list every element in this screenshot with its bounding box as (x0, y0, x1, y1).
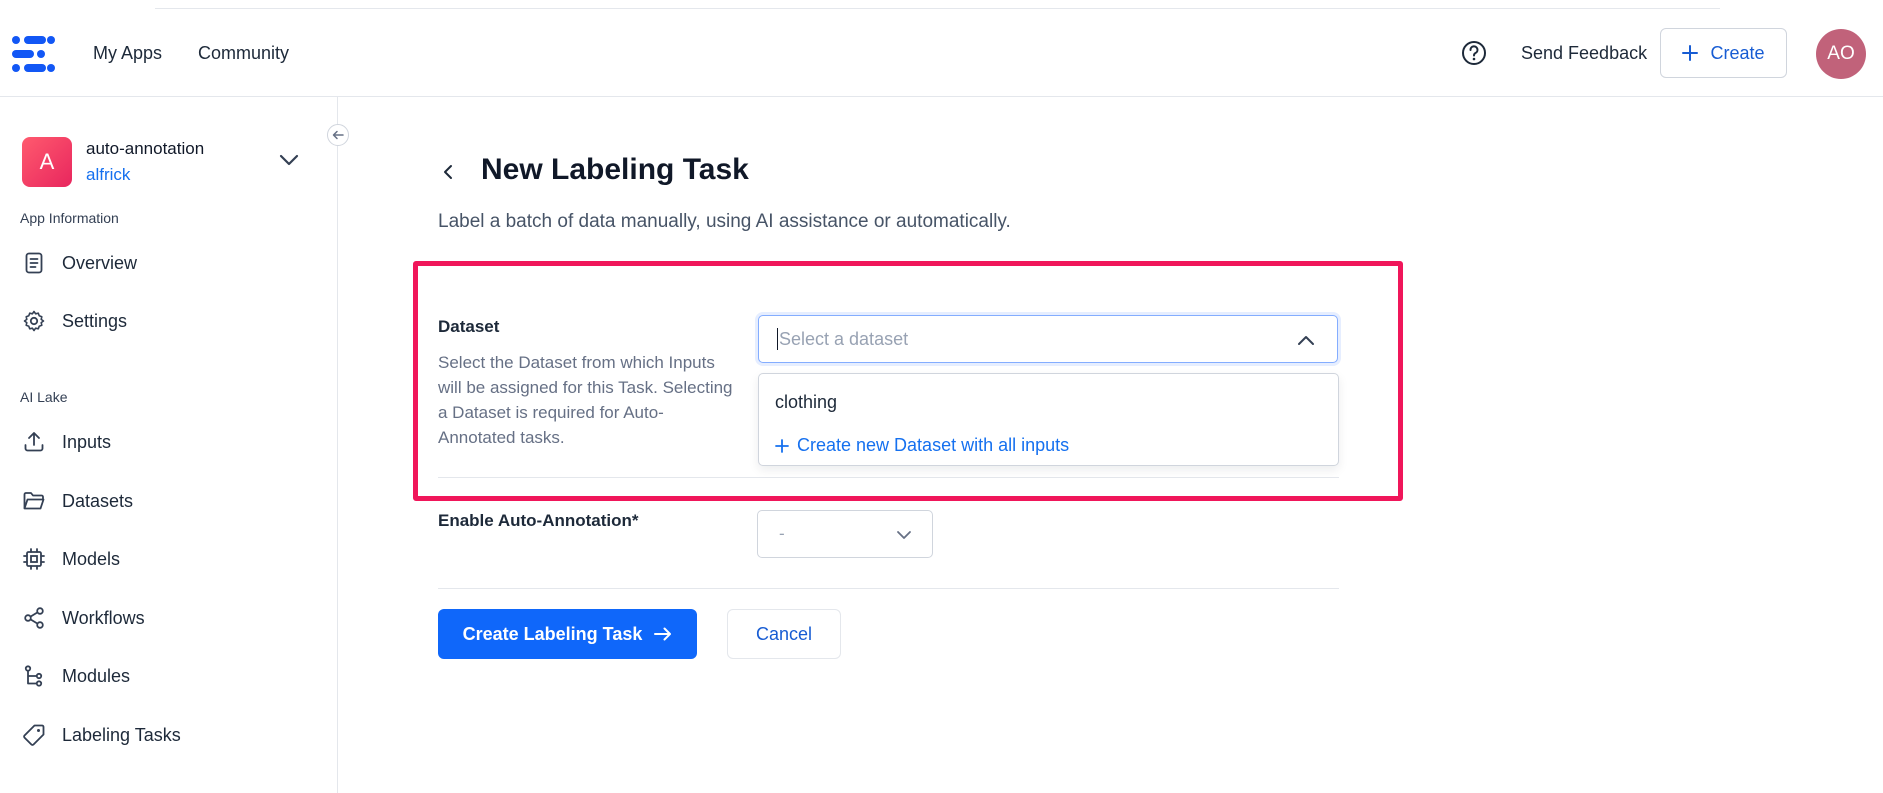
chevron-down-icon[interactable] (278, 152, 300, 168)
dataset-select[interactable]: Select a dataset (758, 315, 1338, 363)
text-caret (777, 328, 778, 350)
sidebar-item-modules[interactable]: Modules (22, 659, 322, 693)
sidebar-item-label: Models (62, 548, 121, 569)
auto-annotation-select[interactable]: - (757, 510, 933, 558)
create-button[interactable]: Create (1660, 28, 1787, 78)
app-owner-link[interactable]: alfrick (86, 165, 130, 185)
sidebar-collapse-button[interactable] (327, 124, 349, 146)
page-title: New Labeling Task (481, 153, 749, 186)
send-feedback-link[interactable]: Send Feedback (1521, 43, 1647, 64)
top-navigation: My Apps Community Send Feedback Create A… (0, 9, 1883, 97)
section-divider (438, 477, 1339, 478)
sidebar-item-label: Workflows (62, 607, 145, 628)
share-nodes-icon (24, 607, 44, 629)
create-labeling-task-button[interactable]: Create Labeling Task (438, 609, 697, 659)
sidebar-item-settings[interactable]: Settings (22, 304, 322, 338)
nav-my-apps[interactable]: My Apps (93, 43, 162, 64)
create-button-label: Create (1710, 42, 1765, 63)
auto-annotation-label: Enable Auto-Annotation* (438, 511, 639, 530)
browser-top-strip (155, 0, 1720, 9)
chevron-up-icon[interactable] (1297, 334, 1315, 346)
dataset-dropdown-menu: clothing Create new Dataset with all inp… (758, 373, 1339, 466)
sidebar-item-datasets[interactable]: Datasets (22, 484, 322, 518)
sidebar-item-label: Overview (62, 252, 138, 273)
chip-icon (23, 548, 45, 570)
app-badge: A (22, 137, 72, 187)
create-new-dataset-label: Create new Dataset with all inputs (797, 435, 1070, 455)
clarifai-logo[interactable] (10, 33, 56, 75)
module-tree-icon (24, 665, 43, 687)
section-divider (438, 588, 1339, 589)
sidebar-item-inputs[interactable]: Inputs (22, 425, 322, 459)
folder-icon (23, 492, 45, 510)
dataset-option-clothing[interactable]: clothing (775, 392, 837, 413)
back-chevron-icon[interactable] (440, 160, 456, 184)
sidebar-item-overview[interactable]: Overview (22, 246, 322, 280)
sidebar-item-label: Labeling Tasks (62, 724, 181, 745)
auto-annotation-value: - (779, 524, 785, 543)
create-new-dataset-option[interactable]: Create new Dataset with all inputs (775, 435, 1069, 456)
arrow-left-icon (332, 130, 344, 140)
plus-icon (1682, 45, 1699, 61)
gear-icon (23, 310, 45, 332)
sidebar-item-label: Datasets (62, 490, 134, 511)
section-app-information: App Information (20, 210, 119, 226)
sidebar-item-label: Settings (62, 310, 128, 331)
sidebar-item-models[interactable]: Models (22, 542, 322, 576)
arrow-right-icon (654, 627, 672, 641)
section-ai-lake: AI Lake (20, 389, 68, 405)
dataset-label: Dataset (438, 317, 500, 336)
sidebar-item-label: Modules (62, 665, 131, 686)
sidebar-item-label: Inputs (62, 431, 112, 452)
document-icon (25, 252, 43, 274)
sidebar-item-workflows[interactable]: Workflows (22, 601, 322, 635)
tag-icon (23, 724, 45, 746)
dataset-help-text: Select the Dataset from which Inputs wil… (438, 353, 733, 447)
plus-icon (775, 438, 789, 453)
chevron-down-icon (897, 531, 911, 539)
app-name: auto-annotation (86, 139, 205, 158)
dataset-select-placeholder: Select a dataset (779, 328, 909, 349)
sidebar-item-labeling-tasks[interactable]: Labeling Tasks (22, 718, 322, 752)
user-avatar[interactable]: AO (1816, 29, 1866, 79)
nav-community[interactable]: Community (198, 43, 289, 64)
create-labeling-task-label: Create Labeling Task (462, 623, 643, 644)
help-icon[interactable] (1461, 40, 1487, 66)
cancel-button[interactable]: Cancel (727, 609, 841, 659)
page-subtitle: Label a batch of data manually, using AI… (438, 211, 1011, 232)
upload-icon (24, 432, 44, 452)
